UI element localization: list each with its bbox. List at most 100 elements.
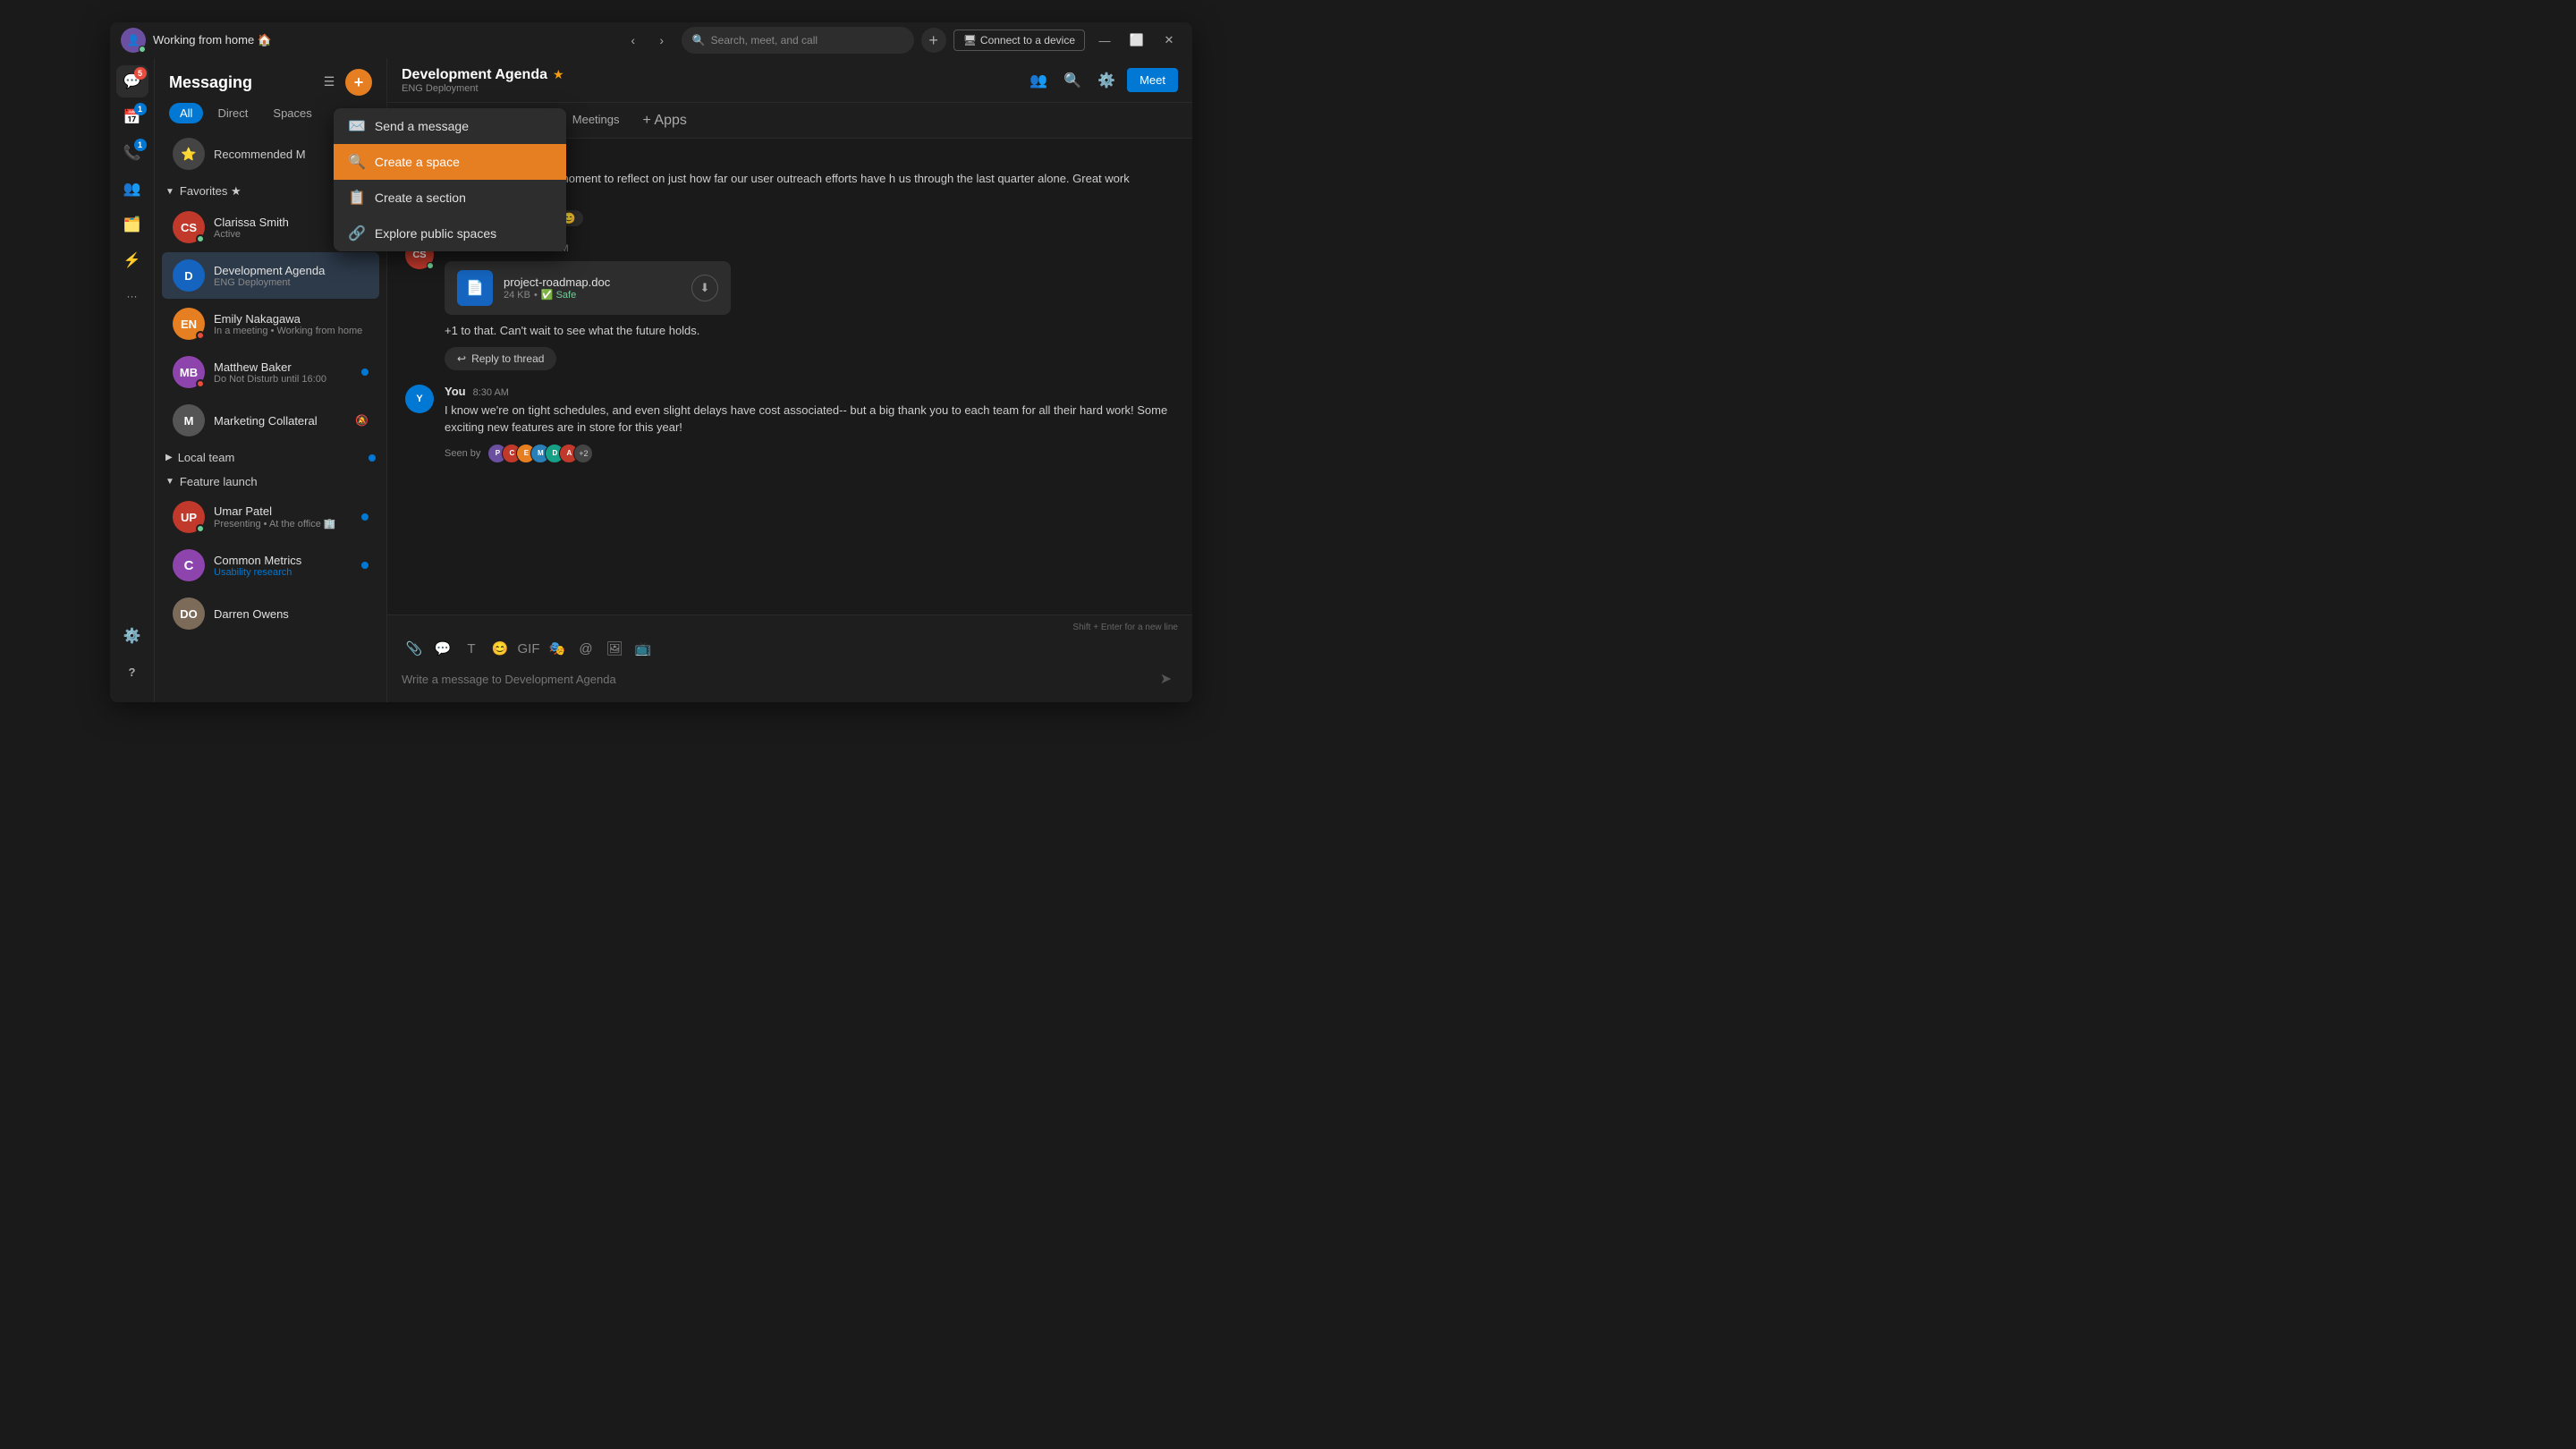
chevron-right-icon: ▶: [165, 453, 173, 462]
chat-header: Development Agenda ★ ENG Deployment 👥 🔍 …: [387, 58, 1192, 103]
sidebar-item-messaging[interactable]: 💬 5: [116, 65, 148, 97]
contact-name: Emily Nakagawa: [214, 312, 369, 326]
list-item[interactable]: EN Emily Nakagawa In a meeting • Working…: [162, 301, 379, 347]
avatar: UP: [173, 501, 205, 533]
mention-button[interactable]: @: [573, 636, 598, 661]
dropdown-item-send-message[interactable]: ✉️ Send a message: [334, 108, 566, 144]
composer-toolbar: 📎 💬 T 😊 GIF 🎭 @ 🖼 📺: [402, 636, 1178, 661]
calendar-badge: 1: [134, 103, 147, 115]
explore-icon: 🔗: [348, 225, 366, 242]
add-button[interactable]: +: [921, 28, 946, 53]
contact-status: Do Not Disturb until 16:00: [214, 374, 352, 385]
safe-badge: ✅ Safe: [541, 289, 576, 301]
settings-chat-icon[interactable]: ⚙️: [1093, 67, 1120, 94]
tab-add-apps[interactable]: + Apps: [636, 113, 694, 129]
message-time: 8:30 AM: [473, 387, 509, 398]
list-item[interactable]: C Common Metrics Usability research: [162, 542, 379, 589]
sidebar-title: Messaging: [169, 73, 252, 92]
section-unread-badge: [369, 454, 376, 462]
format-button[interactable]: 💬: [430, 636, 455, 661]
sidebar-item-contacts[interactable]: 🗂️: [116, 208, 148, 241]
tab-direct[interactable]: Direct: [207, 103, 258, 123]
add-people-icon[interactable]: 👥: [1025, 67, 1052, 94]
message: Y You 8:30 AM I know we're on tight sche…: [405, 385, 1174, 463]
message-text: I know we're on tight schedules, and eve…: [445, 402, 1174, 436]
seen-by-label: Seen by: [445, 448, 480, 459]
unread-badge: [361, 562, 369, 569]
file-attachment: 📄 project-roadmap.doc 24 KB • ✅ Safe ⬇: [445, 261, 731, 315]
dropdown-menu: ✉️ Send a message 🔍 Create a space 📋 Cre…: [334, 108, 566, 251]
gif-button[interactable]: GIF: [516, 636, 541, 661]
list-item[interactable]: DO Darren Owens: [162, 590, 379, 637]
back-button[interactable]: ‹: [621, 28, 646, 53]
contact-status: Usability research: [214, 567, 352, 578]
contact-status: Presenting • At the office 🏢: [214, 518, 352, 530]
tab-meetings[interactable]: Meetings: [560, 106, 632, 135]
list-item[interactable]: MB Matthew Baker Do Not Disturb until 16…: [162, 349, 379, 395]
minimize-button[interactable]: —: [1092, 28, 1117, 53]
maximize-button[interactable]: ⬜: [1124, 28, 1149, 53]
text-format-button[interactable]: T: [459, 636, 484, 661]
emoji-button[interactable]: 😊: [487, 636, 513, 661]
send-button[interactable]: ➤: [1154, 666, 1178, 691]
sidebar-menu-button[interactable]: ☰: [317, 69, 342, 94]
unread-badge: [361, 369, 369, 376]
search-chat-icon[interactable]: 🔍: [1059, 67, 1086, 94]
teams-icon: 👥: [123, 180, 141, 198]
sidebar-item-teams[interactable]: 👥: [116, 173, 148, 205]
tab-spaces[interactable]: Spaces: [262, 103, 322, 123]
window-title: Working from home 🏠: [153, 33, 614, 47]
message: CS Clarissa Smith 8:28 AM 📄 project-road…: [405, 241, 1174, 370]
file-icon: 📄: [457, 270, 493, 306]
screen-share-button[interactable]: 📺: [631, 636, 656, 661]
local-team-section[interactable]: ▶ Local team: [155, 445, 386, 470]
dropdown-item-explore-spaces[interactable]: 🔗 Explore public spaces: [334, 216, 566, 251]
status-badge: [427, 262, 434, 269]
sidebar-item-calls[interactable]: 📞 1: [116, 137, 148, 169]
image-button[interactable]: 🖼: [602, 636, 627, 661]
message-icon: ✉️: [348, 117, 366, 135]
chevron-down-icon: ▼: [165, 187, 174, 197]
list-item[interactable]: D Development Agenda ENG Deployment: [162, 252, 379, 299]
sidebar-item-settings[interactable]: ⚙️: [116, 620, 148, 652]
monitor-icon: 🖥: [963, 34, 977, 47]
list-item[interactable]: UP Umar Patel Presenting • At the office…: [162, 494, 379, 540]
sidebar-item-more[interactable]: ···: [116, 280, 148, 312]
sidebar-item-calendar[interactable]: 📅 1: [116, 101, 148, 133]
chat-title: Development Agenda: [402, 67, 547, 83]
meet-button[interactable]: Meet: [1127, 68, 1178, 92]
close-button[interactable]: ✕: [1157, 28, 1182, 53]
tab-all[interactable]: All: [169, 103, 203, 123]
status-badge: [196, 331, 205, 340]
sticker-button[interactable]: 🎭: [545, 636, 570, 661]
composer-hint: Shift + Enter for a new line: [402, 623, 1178, 632]
sidebar: Messaging ☰ + All Direct Spaces ⭐ Recomm…: [155, 58, 387, 702]
activity-icon: ⚡: [123, 251, 141, 269]
feature-launch-section[interactable]: ▼ Feature launch: [155, 470, 386, 494]
list-item[interactable]: M Marketing Collateral 🔕: [162, 397, 379, 444]
sidebar-header: Messaging ☰ +: [155, 58, 386, 103]
search-bar[interactable]: 🔍 Search, meet, and call: [682, 27, 914, 54]
contact-name: Matthew Baker: [214, 360, 352, 374]
star-icon[interactable]: ★: [553, 67, 564, 82]
icon-rail: 💬 5 📅 1 📞 1 👥 🗂️ ⚡ ···: [110, 58, 155, 702]
reply-to-thread-button[interactable]: ↩ Reply to thread: [445, 347, 556, 370]
download-button[interactable]: ⬇: [691, 275, 718, 301]
connect-device-button[interactable]: 🖥 Connect to a device: [953, 30, 1085, 51]
dropdown-label: Explore public spaces: [375, 226, 496, 241]
file-name: project-roadmap.doc: [504, 275, 610, 289]
dropdown-item-create-section[interactable]: 📋 Create a section: [334, 180, 566, 216]
sidebar-item-help[interactable]: ?: [116, 656, 148, 688]
dropdown-label: Send a message: [375, 119, 469, 133]
sidebar-item-activity[interactable]: ⚡: [116, 244, 148, 276]
user-avatar: 👤: [121, 28, 146, 53]
message-input[interactable]: [402, 669, 1154, 690]
chat-subtitle: ENG Deployment: [402, 83, 564, 94]
dropdown-item-create-space[interactable]: 🔍 Create a space: [334, 144, 566, 180]
sidebar-add-button[interactable]: +: [345, 69, 372, 96]
attach-button[interactable]: 📎: [402, 636, 427, 661]
message-text: +1 to that. Can't wait to see what the f…: [445, 322, 1174, 340]
status-badge: [196, 524, 205, 533]
forward-button[interactable]: ›: [649, 28, 674, 53]
file-size: 24 KB: [504, 290, 530, 301]
